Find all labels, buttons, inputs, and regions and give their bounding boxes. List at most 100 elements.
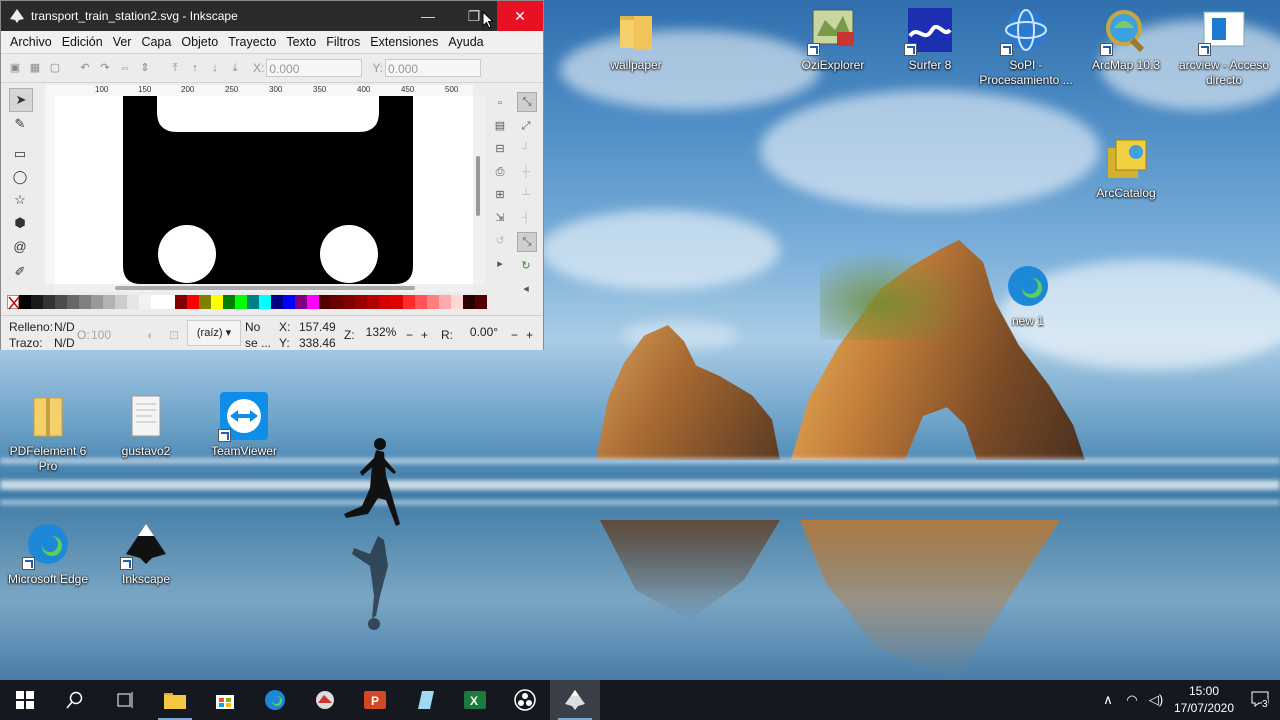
taskbar-powerpoint[interactable]: P (350, 680, 400, 720)
palette-swatch[interactable] (79, 295, 91, 309)
palette-swatch[interactable] (295, 295, 307, 309)
menu-trayecto[interactable]: Trayecto (223, 35, 281, 49)
menu-capa[interactable]: Capa (136, 35, 176, 49)
star-tool-icon[interactable]: ☆ (9, 189, 31, 211)
taskbar-inkscape[interactable] (550, 680, 600, 720)
drawing-canvas[interactable] (55, 96, 473, 284)
palette-swatch[interactable] (31, 295, 43, 309)
lower-icon[interactable]: ↓ (207, 60, 223, 76)
palette-swatch[interactable] (259, 295, 271, 309)
palette-swatch[interactable] (367, 295, 379, 309)
snap-centers-icon[interactable]: ┤ (517, 209, 535, 227)
menu-extensiones[interactable]: Extensiones (365, 35, 443, 49)
chevron-up-icon[interactable]: ∧ (1096, 692, 1120, 708)
stroke-value[interactable]: N/D (54, 336, 75, 350)
print-icon[interactable]: ⎙ (491, 163, 509, 181)
zoom-minus-button[interactable]: − (406, 328, 413, 342)
palette-swatch[interactable] (427, 295, 439, 309)
open-icon[interactable]: ▤ (491, 117, 509, 135)
import-icon[interactable]: ⊞ (491, 186, 509, 204)
zoom-plus-button[interactable]: + (421, 328, 428, 342)
desktop-icon-surfer[interactable]: Surfer 8 (882, 6, 978, 73)
box3d-tool-icon[interactable]: ⬢ (9, 212, 31, 234)
zoom-input[interactable]: 132% (359, 322, 403, 342)
network-icon[interactable]: ◠ (1120, 692, 1144, 708)
palette-swatch[interactable] (319, 295, 331, 309)
menu-edicion[interactable]: Edición (57, 35, 108, 49)
raise-to-top-icon[interactable]: ⤒ (167, 60, 183, 76)
palette-swatch[interactable] (283, 295, 295, 309)
clock[interactable]: 15:00 17/07/2020 (1168, 683, 1240, 717)
minimize-button[interactable]: — (405, 1, 451, 31)
lock-icon[interactable]: ⊡ (169, 328, 179, 342)
palette-swatch[interactable] (235, 295, 247, 309)
no-paint-icon[interactable] (7, 295, 20, 310)
spiral-tool-icon[interactable]: @ (9, 235, 31, 257)
palette-swatch[interactable] (91, 295, 103, 309)
palette-swatch[interactable] (271, 295, 283, 309)
lower-to-bottom-icon[interactable]: ⤓ (227, 60, 243, 76)
ellipse-tool-icon[interactable]: ◯ (9, 166, 31, 188)
rotate-cw-icon[interactable]: ↷ (97, 60, 113, 76)
palette-swatch[interactable] (331, 295, 343, 309)
desktop-icon-new1[interactable]: new 1 (980, 262, 1076, 329)
taskbar-store[interactable] (200, 680, 250, 720)
desktop-icon-arccatalog[interactable]: ArcCatalog (1078, 134, 1174, 201)
rectangle-tool-icon[interactable]: ▭ (9, 143, 31, 165)
palette-swatch[interactable] (19, 295, 31, 309)
palette-swatch[interactable] (55, 295, 67, 309)
flip-vertical-icon[interactable]: ⇕ (137, 60, 153, 76)
palette-swatch[interactable] (475, 295, 487, 309)
title-bar[interactable]: transport_train_station2.svg - Inkscape … (1, 1, 543, 31)
snap-bbox-icon[interactable]: ⤢ (517, 117, 535, 135)
select-all-layers-icon[interactable]: ▦ (27, 60, 43, 76)
desktop-icon-pdfelement[interactable]: PDFelement 6 Pro (0, 392, 96, 474)
desktop-icon-oziexplorer[interactable]: OziExplorer (785, 6, 881, 73)
taskbar-ozi[interactable] (300, 680, 350, 720)
palette-swatch[interactable] (247, 295, 259, 309)
horizontal-scrollbar[interactable] (55, 284, 473, 292)
menu-texto[interactable]: Texto (281, 35, 321, 49)
select-all-icon[interactable]: ▣ (7, 60, 23, 76)
palette-swatch[interactable] (211, 295, 223, 309)
volume-icon[interactable]: ◁) (1144, 692, 1168, 708)
collapse-arrow-icon[interactable]: ◂ (517, 280, 535, 298)
palette-swatch[interactable] (355, 295, 367, 309)
task-view-button[interactable] (100, 680, 150, 720)
palette-swatch[interactable] (115, 295, 127, 309)
menu-ver[interactable]: Ver (108, 35, 137, 49)
layer-dropdown[interactable]: (raíz) ▾ (187, 320, 241, 346)
desktop-icon-arcmap[interactable]: ArcMap 10.3 (1078, 6, 1174, 73)
palette-swatch[interactable] (343, 295, 355, 309)
menu-archivo[interactable]: Archivo (5, 35, 57, 49)
start-button[interactable] (0, 680, 50, 720)
snap-nodes-icon[interactable]: ⤡ (517, 232, 537, 252)
desktop-icon-arcview[interactable]: arcview - Acceso directo (1176, 6, 1272, 88)
desktop-icon-wallpaper[interactable]: wallpaper (588, 6, 684, 73)
fill-value[interactable]: N/D (54, 320, 75, 334)
snap-corners-icon[interactable]: ┼ (517, 163, 535, 181)
menu-ayuda[interactable]: Ayuda (443, 35, 488, 49)
selector-tool-icon[interactable]: ➤ (9, 88, 33, 112)
more-arrow-icon[interactable]: ▸ (491, 255, 509, 273)
deselect-icon[interactable]: ▢ (47, 60, 63, 76)
taskbar-obs[interactable] (500, 680, 550, 720)
palette-swatch[interactable] (451, 295, 463, 309)
palette-swatch[interactable] (415, 295, 427, 309)
palette-swatch[interactable] (391, 295, 403, 309)
rotation-minus-button[interactable]: − (511, 328, 518, 342)
snap-rotation-icon[interactable]: ↻ (517, 257, 535, 275)
palette-swatch[interactable] (163, 295, 175, 309)
search-button[interactable] (50, 680, 100, 720)
palette-swatch[interactable] (151, 295, 163, 309)
close-button[interactable]: ✕ (497, 1, 543, 31)
palette-swatch[interactable] (127, 295, 139, 309)
rotation-plus-button[interactable]: + (526, 328, 533, 342)
rotation-input[interactable]: 0.00° (461, 322, 507, 342)
flip-horizontal-icon[interactable]: ⇔ (117, 60, 133, 76)
visibility-icon[interactable]: ◐ (147, 328, 154, 342)
desktop-icon-edge[interactable]: Microsoft Edge (0, 520, 96, 587)
node-tool-icon[interactable]: ✎ (9, 113, 31, 135)
palette-swatch[interactable] (103, 295, 115, 309)
save-icon[interactable]: ⊟ (491, 140, 509, 158)
